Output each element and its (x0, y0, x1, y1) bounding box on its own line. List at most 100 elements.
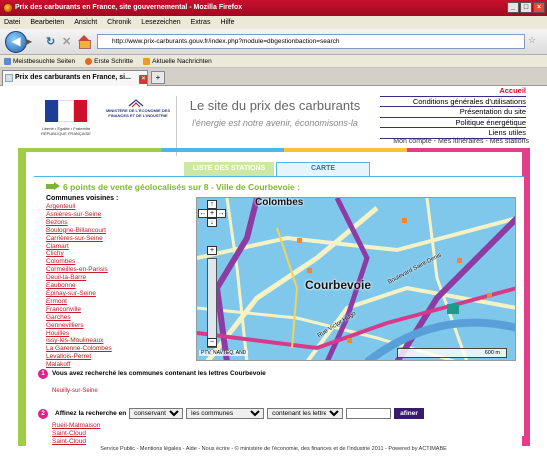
zoom-in-icon[interactable]: + (207, 246, 217, 255)
commune-link[interactable]: Garches (46, 314, 196, 322)
commune-link[interactable]: Clichy (46, 250, 196, 258)
step1-result[interactable]: Neuilly-sur-Seine (52, 388, 98, 395)
firefox-icon (3, 3, 13, 13)
headline-text: 6 points de vente géolocalisés sur 8 - V… (63, 182, 300, 192)
tab-bar: Prix des carburants en France, si... × + (0, 68, 547, 86)
stop-icon[interactable]: ✕ (62, 35, 71, 48)
menu-hilfe[interactable]: Hilfe (220, 19, 234, 26)
url-field[interactable]: http://www.prix-carburants.gouv.fr/index… (97, 34, 525, 49)
menu-ansicht[interactable]: Ansicht (74, 19, 97, 26)
mode-select[interactable]: conservant (129, 408, 184, 419)
tab-close-icon[interactable]: × (139, 75, 147, 84)
ministry-name: MINISTÈRE DE L'ÉCONOMIE DES FINANCES ET … (105, 108, 171, 118)
zoom-slider[interactable] (207, 258, 217, 348)
site-tagline: l'énergie est notre avenir, économisons-… (192, 118, 358, 128)
refine-button[interactable]: afiner (394, 408, 424, 419)
communes-list: Argenteuil Asnières-sur-Seine Bezons Bou… (46, 203, 196, 369)
commune-link[interactable]: Cormeilles-en-Parisis (46, 266, 196, 274)
window-titlebar: Prix des carburants en France, site gouv… (0, 0, 547, 16)
nav-conditions[interactable]: Conditions générales d'utilisations (380, 97, 526, 107)
result-link[interactable]: Saint-Cloud (52, 430, 100, 438)
rss-icon (143, 57, 151, 65)
browser-tab[interactable]: Prix des carburants en France, si... × (2, 70, 148, 86)
commune-link[interactable]: Argenteuil (46, 203, 196, 211)
new-tab-button[interactable]: + (151, 71, 165, 84)
minimize-icon[interactable]: _ (507, 2, 519, 13)
commune-link[interactable]: Bezons (46, 219, 196, 227)
maximize-icon[interactable]: □ (520, 2, 532, 13)
commune-link[interactable]: Ermont (46, 298, 196, 306)
menu-bar: Datei Bearbeiten Ansicht Chronik Lesezei… (0, 16, 547, 29)
commune-link[interactable]: Levallois-Perret (46, 353, 196, 361)
flag-icon (45, 100, 87, 122)
firefox-small-icon (85, 57, 93, 65)
menu-bearbeiten[interactable]: Bearbeiten (30, 19, 64, 26)
search-input[interactable] (346, 408, 392, 419)
commune-link[interactable]: Épinay-sur-Seine (46, 290, 196, 298)
tab-carte[interactable]: CARTE (276, 162, 370, 176)
commune-link[interactable]: Malakoff (46, 361, 196, 369)
bookmark-erste-schritte[interactable]: Erste Schritte (85, 57, 134, 65)
map-copyright: PTV, NAVTEQ, AND (199, 350, 249, 356)
search-step-1: 1 Vous avez recherché les communes conten… (38, 369, 266, 379)
commune-link[interactable]: Colombes (46, 258, 196, 266)
result-link[interactable]: Saint-Cloud (52, 438, 100, 446)
republique-francaise-logo: Liberté • Égalité • Fraternité RÉPUBLIQU… (34, 100, 98, 144)
commune-link[interactable]: Issy-les-Moulineaux (46, 337, 196, 345)
nav-presentation[interactable]: Présentation du site (380, 107, 526, 118)
bookmark-label: Erste Schritte (94, 57, 134, 65)
match-select[interactable]: contenant les lettres (267, 408, 344, 419)
results-headline: 6 points de vente géolocalisés sur 8 - V… (46, 182, 516, 192)
map-scale: 600 m (397, 348, 507, 358)
menu-lesezeichen[interactable]: Lesezeichen (141, 19, 180, 26)
account-links[interactable]: Mon compte - Mes itinéraires - Mes stati… (369, 138, 529, 145)
reload-icon[interactable]: ↻ (46, 35, 55, 48)
pan-right-icon[interactable]: → (216, 209, 226, 218)
bookmark-meistbesuchte[interactable]: Meistbesuchte Seiten (4, 57, 76, 65)
step-number: 1 (38, 369, 48, 379)
ministry-logo-icon (128, 99, 144, 108)
step1-text: Vous avez recherché les communes contena… (52, 370, 266, 377)
navigation-toolbar: ◀ ▶ ↻ ✕ http://www.prix-carburants.gouv.… (0, 29, 547, 55)
top-right-nav: Accueil Conditions générales d'utilisati… (380, 86, 530, 139)
commune-link[interactable]: Carrières-sur-Seine (46, 235, 196, 243)
window-controls: _ □ × (507, 2, 545, 13)
menu-datei[interactable]: Datei (4, 19, 20, 26)
communes-title: Communes voisines : (46, 195, 119, 202)
site-title: Le site du prix des carburants (189, 98, 361, 113)
commune-link[interactable]: Houilles (46, 330, 196, 338)
color-stripe (18, 148, 530, 152)
menu-extras[interactable]: Extras (191, 19, 211, 26)
zoom-out-icon[interactable]: − (207, 338, 217, 347)
back-icon[interactable]: ◀ (5, 31, 27, 53)
window-title: Prix des carburants en France, site gouv… (15, 4, 243, 11)
nav-accueil[interactable]: Accueil (380, 86, 526, 97)
commune-link[interactable]: La Garenne-Colombes (46, 345, 196, 353)
map-city-colombes: Colombes (255, 197, 304, 208)
nav-liens[interactable]: Liens utiles (380, 128, 526, 139)
commune-link[interactable]: Deuil-la-Barre (46, 274, 196, 282)
bookmark-label: Meistbesuchte Seiten (13, 57, 76, 65)
bookmark-aktuelle-nachrichten[interactable]: Aktuelle Nachrichten (143, 57, 212, 65)
commune-link[interactable]: Eaubonne (46, 282, 196, 290)
home-icon[interactable] (78, 35, 91, 49)
commune-link[interactable]: Boulogne-Billancourt (46, 227, 196, 235)
map-view[interactable]: Colombes Courbevoie Boulevard Saint-Deni… (196, 197, 516, 361)
pan-up-icon[interactable]: ↑ (207, 200, 217, 209)
commune-link[interactable]: Gennevilliers (46, 322, 196, 330)
close-icon[interactable]: × (533, 2, 545, 13)
forward-icon[interactable]: ▶ (26, 36, 37, 48)
commune-link[interactable]: Clamart (46, 243, 196, 251)
menu-chronik[interactable]: Chronik (107, 19, 131, 26)
pan-down-icon[interactable]: ↓ (207, 218, 217, 227)
commune-link[interactable]: Asnières-sur-Seine (46, 211, 196, 219)
nav-politique[interactable]: Politique énergétique (380, 118, 526, 128)
web-page: Liberté • Égalité • Fraternité RÉPUBLIQU… (0, 86, 547, 459)
bookmark-star-icon[interactable]: ☆ (528, 35, 536, 46)
result-link[interactable]: Rueil-Malmaison (52, 422, 100, 430)
scope-select[interactable]: les communes (186, 408, 265, 419)
commune-link[interactable]: Franconville (46, 306, 196, 314)
tab-liste-stations[interactable]: LISTE DES STATIONS (184, 162, 274, 176)
arrow-icon (46, 182, 60, 191)
bookmarks-toolbar: Meistbesuchte Seiten Erste Schritte Aktu… (0, 55, 547, 68)
